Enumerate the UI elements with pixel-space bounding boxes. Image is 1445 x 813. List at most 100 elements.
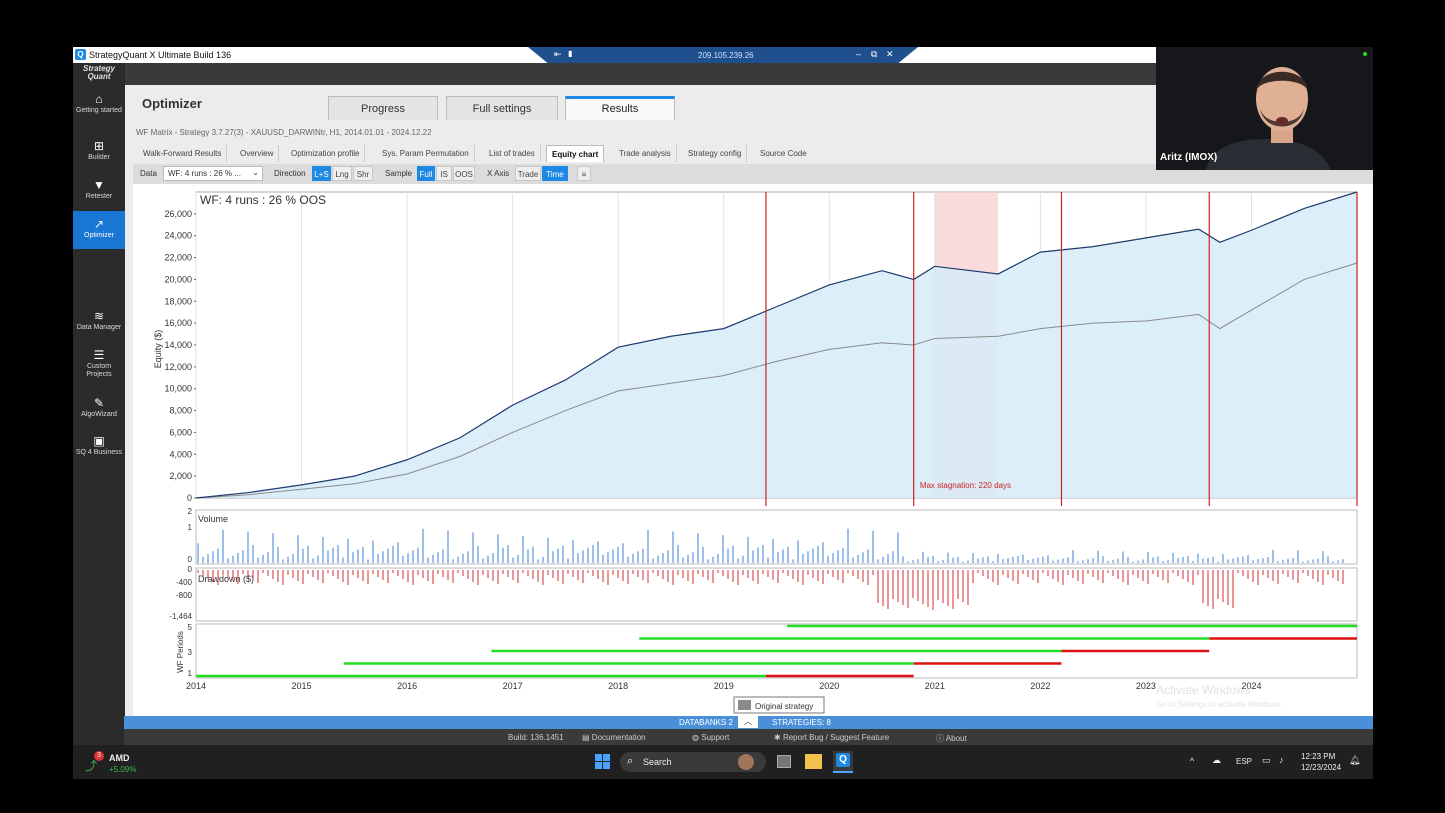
databanks-status: DATABANKS 2 — [679, 718, 733, 727]
support-icon: ◍ — [692, 733, 699, 742]
tab-results[interactable]: Results — [565, 96, 675, 120]
sidebar-item-getting-started[interactable]: ⌂ Getting started — [73, 93, 125, 115]
sidebar-item-label: Getting started — [76, 107, 122, 114]
about-link[interactable]: ⓘ About — [936, 733, 967, 744]
support-link-label: Support — [701, 733, 730, 742]
sample-oos-button[interactable]: OOS — [453, 166, 475, 181]
plus-icon: ⊞ — [93, 139, 105, 153]
data-select[interactable]: WF: 4 runs : 26 % ... ⌄ — [163, 166, 263, 181]
volume-tick-label: 0 — [188, 555, 193, 564]
x-tick-label: 2020 — [819, 681, 839, 691]
language-indicator[interactable]: ESP — [1236, 757, 1252, 766]
cloud-icon[interactable]: ☁ — [1212, 755, 1221, 766]
minimize-icon[interactable]: – — [856, 49, 861, 59]
drawdown-tick-label: -800 — [176, 591, 193, 600]
windows-logo — [595, 754, 610, 769]
subtab-equity-chart[interactable]: Equity chart — [546, 145, 605, 162]
clock-time[interactable]: 12:23 PM — [1301, 752, 1335, 761]
bell-icon[interactable]: 🔔︎ — [1349, 755, 1360, 766]
info-icon: ⓘ — [936, 734, 944, 743]
data-label: Data — [140, 169, 157, 178]
subtab-overview[interactable]: Overview — [235, 145, 280, 162]
volume-panel — [195, 509, 1358, 565]
volume-panel-label: Volume — [198, 514, 228, 524]
sample-is-button[interactable]: IS — [436, 166, 452, 181]
y-tick-label: 4,000 — [169, 449, 192, 459]
sidebar-item-custom-projects[interactable]: ☰ Custom Projects — [73, 349, 125, 379]
y-axis-label: Equity ($) — [153, 330, 163, 369]
volume-icon[interactable]: ♪ — [1279, 755, 1284, 765]
menu-icon[interactable]: ≡ — [577, 166, 591, 181]
sidebar-item-label: Builder — [88, 154, 110, 161]
sidebar-item-builder[interactable]: ⊞ Builder — [73, 140, 125, 162]
subtab-walk-forward-results[interactable]: Walk-Forward Results — [138, 145, 228, 162]
restore-icon[interactable]: ⧉ — [871, 49, 877, 60]
y-tick-label: 12,000 — [164, 362, 192, 372]
task-view-icon[interactable] — [777, 755, 791, 768]
clock-date[interactable]: 12/23/2024 — [1301, 763, 1341, 772]
sample-full-button[interactable]: Full — [417, 166, 435, 181]
subtab-sys-param-permutation[interactable]: Sys. Param Permutation — [377, 145, 475, 162]
direction-long-button[interactable]: Lng — [332, 166, 352, 181]
equity-chart[interactable]: 0 2,000 4,000 6,000 8,000 10,000 12,000 14,000 1… — [133, 184, 1373, 716]
chevron-up-icon[interactable]: ︿ — [738, 716, 758, 728]
book-icon: ▤ — [582, 733, 590, 742]
page-title: Optimizer — [142, 96, 202, 111]
drawdown-tick-label: -1,464 — [169, 612, 192, 621]
taskbar-search[interactable]: ⌕ Search — [620, 752, 766, 772]
sidebar-item-optimizer[interactable]: ↗ Optimizer — [73, 211, 125, 249]
legend-label: Original strategy — [755, 702, 813, 711]
strategyquant-task-icon[interactable]: Q — [833, 751, 853, 773]
x-tick-label: 2021 — [925, 681, 945, 691]
chevron-down-icon: ⌄ — [252, 168, 259, 177]
subtab-strategy-config[interactable]: Strategy config — [683, 145, 748, 162]
xaxis-trade-button[interactable]: Trade — [515, 166, 541, 181]
report-bug-link[interactable]: ✱ Report Bug / Suggest Feature — [774, 733, 889, 742]
status-bar: DATABANKS 2 ︿ STRATEGIES: 8 — [124, 716, 1373, 729]
support-link[interactable]: ◍ Support — [692, 733, 729, 742]
y-tick-label: 16,000 — [164, 318, 192, 328]
file-explorer-icon[interactable] — [805, 754, 822, 769]
signal-icon: ▮ — [568, 49, 573, 58]
close-icon[interactable]: ✕ — [886, 49, 894, 60]
subtab-list-of-trades[interactable]: List of trades — [484, 145, 541, 162]
sidebar-item-label: Optimizer — [84, 232, 114, 239]
strategies-status: STRATEGIES: 8 — [772, 718, 831, 727]
sidebar-item-sq4-business[interactable]: ▣ SQ 4 Business — [73, 435, 125, 457]
data-select-value: WF: 4 runs : 26 % ... — [168, 169, 241, 178]
stock-widget[interactable]: ⤴ 3 AMD +5.09% — [85, 751, 136, 775]
pin-icon[interactable]: ⇤ — [554, 49, 562, 60]
participant-name: Aritz (IMOX) — [1160, 152, 1218, 163]
home-icon: ⌂ — [95, 92, 103, 106]
sidebar-item-algowizard[interactable]: ✎ AlgoWizard — [73, 397, 125, 419]
sidebar-item-retester[interactable]: ▼ Retester — [73, 179, 125, 201]
about-link-label: About — [945, 734, 967, 743]
y-tick-label: 22,000 — [164, 253, 192, 263]
sidebar-item-data-manager[interactable]: ≋ Data Manager — [73, 310, 125, 332]
sidebar-item-label: Retester — [85, 193, 113, 200]
chart-line-icon: ↗ — [93, 217, 105, 231]
q-icon: Q — [836, 753, 850, 767]
windows-start-icon[interactable] — [595, 754, 611, 770]
subtab-trade-analysis[interactable]: Trade analysis — [614, 145, 677, 162]
y-tick-label: 10,000 — [164, 384, 192, 394]
network-icon[interactable]: ▭ — [1262, 755, 1271, 766]
direction-short-button[interactable]: Shr — [353, 166, 373, 181]
documentation-link[interactable]: ▤ Documentation — [582, 733, 646, 742]
chevron-up-icon[interactable]: ^ — [1190, 756, 1194, 766]
x-tick-label: 2023 — [1136, 681, 1156, 691]
max-stagnation-label: Max stagnation: 220 days — [920, 481, 1011, 490]
window-title: StrategyQuant X Ultimate Build 136 — [89, 50, 232, 60]
tab-full-settings[interactable]: Full settings — [446, 96, 558, 120]
list-icon: ☰ — [93, 348, 105, 362]
xaxis-time-button[interactable]: Time — [542, 166, 568, 181]
subtab-optimization-profile[interactable]: Optimization profile — [286, 145, 366, 162]
tab-progress[interactable]: Progress — [328, 96, 438, 120]
search-icon: ⌕ — [627, 755, 634, 767]
x-tick-label: 2019 — [714, 681, 734, 691]
subtab-source-code[interactable]: Source Code — [755, 145, 812, 162]
sidebar-item-label: Data Manager — [76, 324, 122, 331]
app-icon: Q — [75, 49, 86, 60]
direction-ls-button[interactable]: L+S — [312, 166, 331, 181]
volume-tick-label: 2 — [188, 507, 193, 516]
